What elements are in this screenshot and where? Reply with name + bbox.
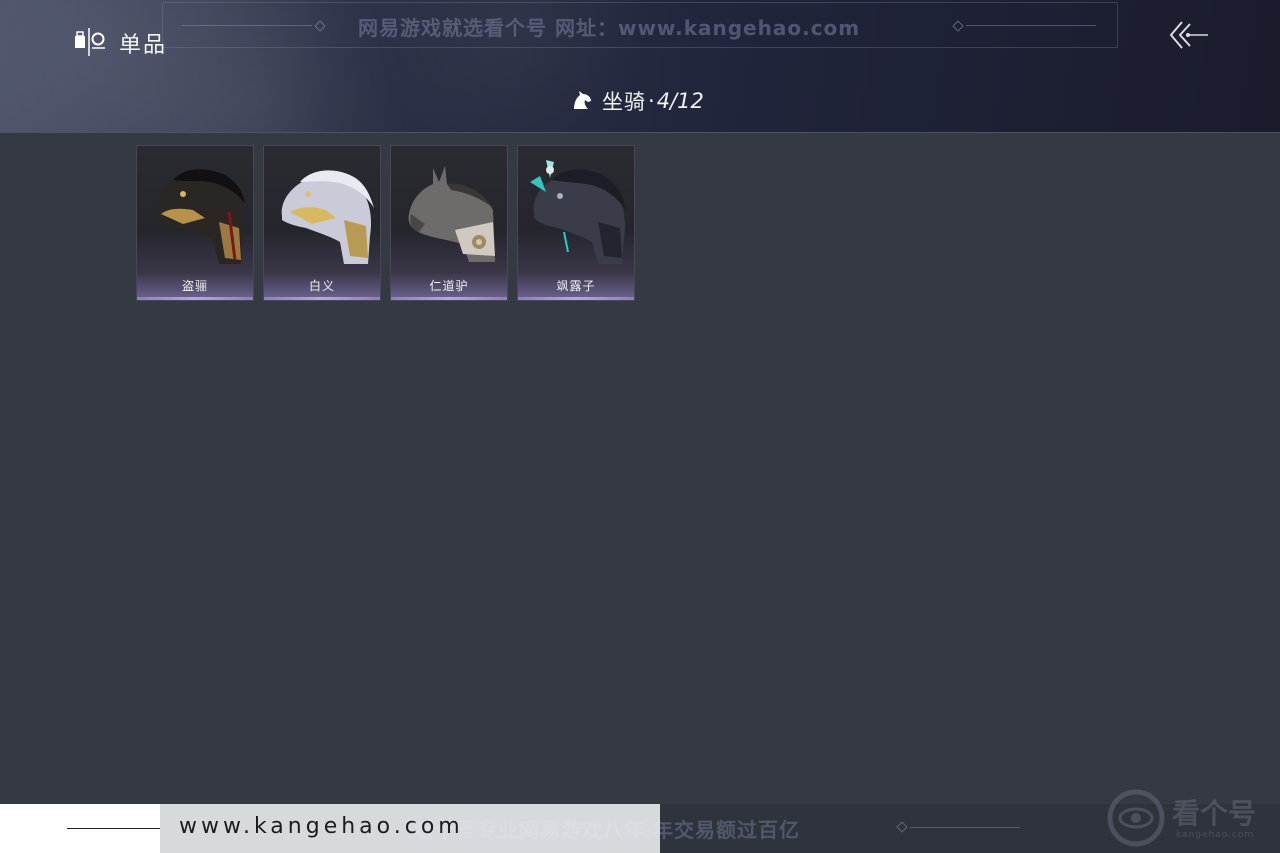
back-arrow-icon[interactable] bbox=[1166, 18, 1212, 52]
dark-horse-icon bbox=[156, 169, 245, 264]
category-title: 坐骑 bbox=[602, 90, 646, 114]
deco-line bbox=[910, 827, 1020, 828]
mount-card[interactable]: 飒露子 bbox=[517, 145, 635, 301]
horse-head-icon bbox=[574, 91, 591, 109]
mount-name: 飒露子 bbox=[556, 279, 596, 293]
white-horse-icon bbox=[281, 170, 374, 264]
header-banner: 网易游戏就选看个号 网址：www.kangehao.com 单品 坐骑 · 4/… bbox=[0, 0, 1280, 133]
watermark-top: 网易游戏就选看个号 网址：www.kangehao.com bbox=[358, 16, 861, 40]
deco-line bbox=[182, 25, 312, 26]
armored-horse-icon bbox=[530, 160, 626, 264]
category-count: 4/12 bbox=[656, 89, 704, 113]
mount-card[interactable]: 仁道驴 bbox=[390, 145, 508, 301]
logo-text: 看个号 bbox=[1172, 797, 1257, 830]
mount-name: 仁道驴 bbox=[429, 279, 469, 293]
mount-card[interactable]: 白义 bbox=[263, 145, 381, 301]
logo-subtext: kangehao.com bbox=[1176, 830, 1255, 840]
site-banner-left bbox=[0, 804, 167, 853]
eye-logo-icon bbox=[1107, 789, 1165, 847]
mount-grid: 盗骊 白义 仁道驴 飒露子 bbox=[136, 145, 635, 301]
divider bbox=[67, 828, 167, 829]
section-label: 单品 bbox=[119, 33, 168, 58]
category-separator: · bbox=[648, 89, 655, 113]
single-item-icon bbox=[75, 28, 105, 56]
mount-name: 盗骊 bbox=[181, 279, 208, 293]
deco-line bbox=[966, 25, 1096, 26]
site-url: www.kangehao.com bbox=[179, 814, 464, 839]
mount-card[interactable]: 盗骊 bbox=[136, 145, 254, 301]
category-heading: 坐骑 · 4/12 bbox=[570, 86, 704, 116]
donkey-icon bbox=[408, 166, 495, 262]
mount-name: 白义 bbox=[308, 279, 335, 293]
logo-watermark: 看个号 kangehao.com bbox=[1106, 788, 1276, 848]
